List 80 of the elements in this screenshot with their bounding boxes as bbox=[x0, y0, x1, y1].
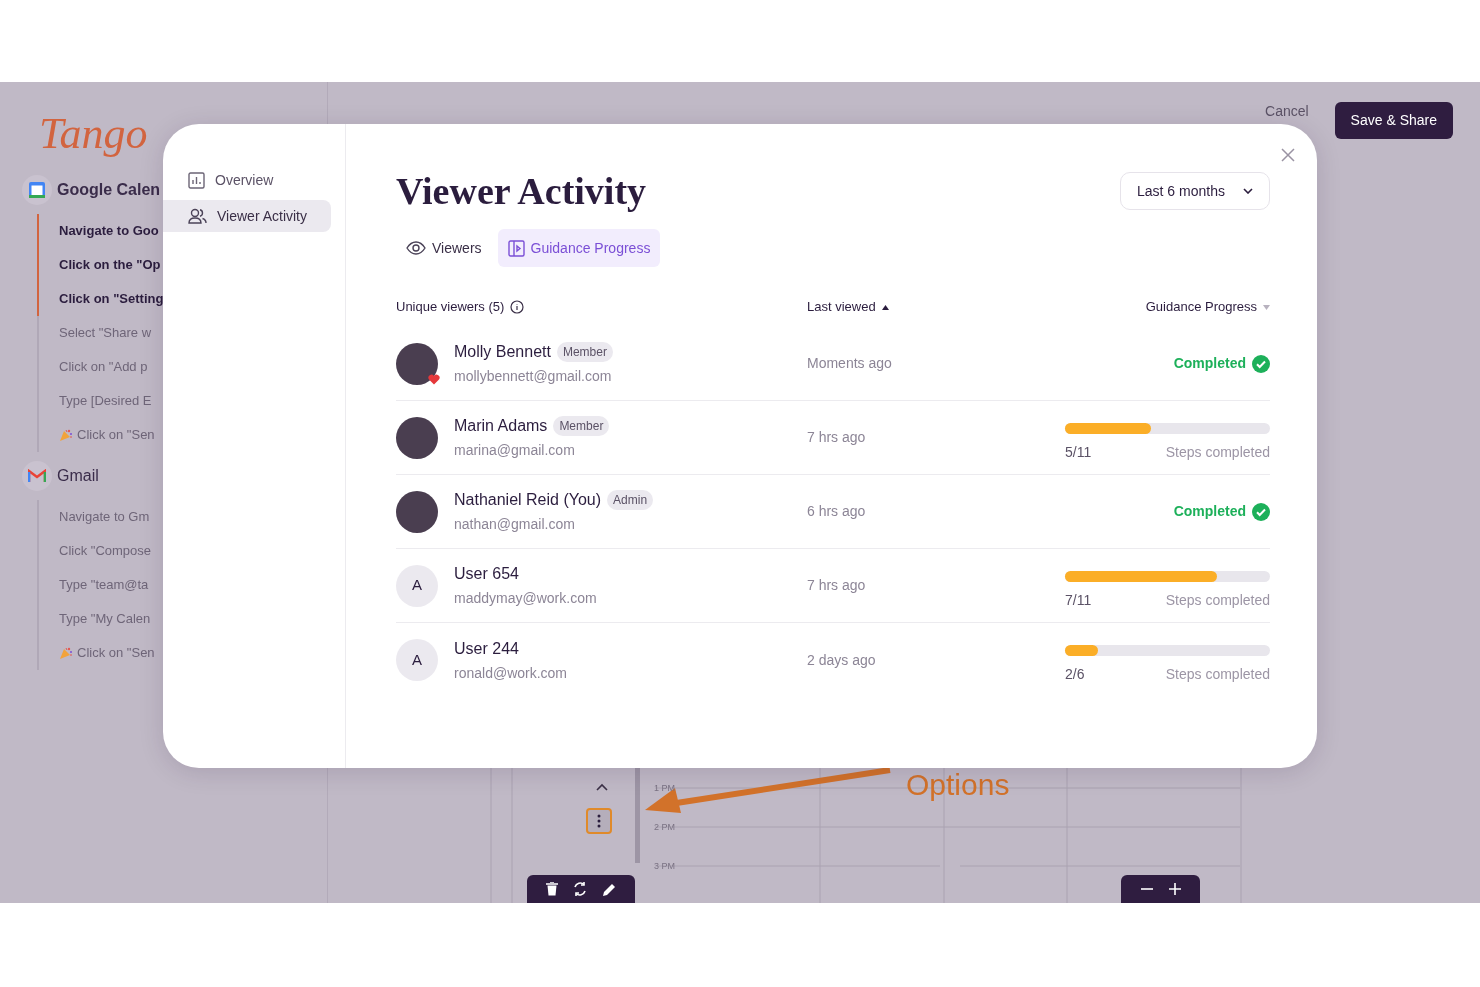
step-item[interactable]: Click on the "Op bbox=[37, 248, 161, 282]
rotate-icon[interactable] bbox=[571, 881, 588, 897]
step-item[interactable]: Click on "Sen bbox=[37, 418, 155, 452]
status-text: Steps completed bbox=[1165, 590, 1270, 610]
range-dropdown[interactable]: Last 6 months bbox=[1120, 172, 1270, 210]
column-header: Unique viewers (5) bbox=[396, 298, 505, 317]
sort-down-icon bbox=[1263, 304, 1270, 310]
group-title: Gmail bbox=[57, 466, 99, 486]
step-item[interactable]: Click "Compose bbox=[37, 534, 152, 568]
status-text: Steps completed bbox=[1165, 665, 1270, 684]
viewer-name: Marin Adams bbox=[454, 416, 548, 436]
dialog-title: Viewer Activity bbox=[396, 169, 647, 213]
minus-icon[interactable] bbox=[1140, 888, 1153, 890]
cancel-button[interactable]: Cancel bbox=[1265, 102, 1309, 120]
save-share-button[interactable]: Save & Share bbox=[1334, 102, 1453, 139]
panel-icon bbox=[507, 239, 525, 257]
viewer-email: marina@gmail.com bbox=[454, 441, 576, 460]
check-circle-icon bbox=[1252, 502, 1270, 521]
step-item[interactable]: Click on "Add p bbox=[37, 350, 148, 384]
viewer-name: User 244 bbox=[454, 638, 519, 659]
step-item[interactable]: Navigate to Goo bbox=[37, 214, 159, 248]
chevron-down-icon bbox=[1243, 188, 1253, 194]
viewer-email: ronald@work.com bbox=[454, 663, 568, 683]
status-text: Completed bbox=[1173, 354, 1246, 373]
nav-item[interactable]: Viewer Activity bbox=[163, 200, 331, 232]
last-viewed: Moments ago bbox=[807, 354, 893, 373]
party-popper-icon bbox=[59, 646, 73, 660]
time-label: 3 PM bbox=[654, 860, 675, 873]
avatar-photo bbox=[396, 342, 438, 385]
column-header[interactable]: Last viewed bbox=[807, 297, 876, 317]
plus-icon[interactable] bbox=[1168, 883, 1181, 895]
time-label: 1 PM bbox=[654, 782, 675, 795]
step-item[interactable]: Type "team@ta bbox=[37, 568, 149, 602]
last-viewed: 7 hrs ago bbox=[807, 576, 867, 595]
tab[interactable]: Guidance Progress bbox=[497, 229, 661, 267]
tab[interactable]: Viewers bbox=[396, 229, 492, 267]
role-badge: Member bbox=[553, 416, 610, 436]
step-count: 5/11 bbox=[1065, 442, 1092, 462]
column-header[interactable]: Guidance Progress bbox=[1145, 297, 1257, 317]
last-viewed: 6 hrs ago bbox=[807, 502, 867, 521]
mail-icon bbox=[28, 469, 46, 483]
time-label: 2 PM bbox=[654, 821, 675, 834]
status-text: Completed bbox=[1173, 502, 1246, 521]
chevron-up-icon bbox=[596, 783, 608, 791]
kebab-icon bbox=[597, 814, 601, 828]
annotation-text: Options bbox=[906, 768, 1010, 802]
step-item[interactable]: Click on "Sen bbox=[37, 636, 155, 670]
avatar-initial: A bbox=[396, 564, 438, 607]
step-item[interactable]: Type "My Calen bbox=[37, 602, 151, 636]
role-badge: Member bbox=[556, 342, 613, 362]
trash-icon[interactable] bbox=[545, 882, 558, 896]
sort-up-icon bbox=[881, 304, 889, 310]
users-icon bbox=[188, 208, 207, 224]
avatar-initial: A bbox=[396, 639, 438, 681]
tango-logo: Tango bbox=[39, 108, 148, 160]
step-item[interactable]: Type [Desired E bbox=[37, 384, 152, 418]
step-item[interactable]: Select "Share w bbox=[37, 316, 152, 350]
step-item[interactable]: Navigate to Gm bbox=[37, 500, 150, 534]
step-count: 7/11 bbox=[1065, 590, 1092, 610]
close-icon[interactable] bbox=[1281, 148, 1295, 162]
viewer-email: nathan@gmail.com bbox=[454, 515, 576, 534]
step-count: 2/6 bbox=[1065, 665, 1085, 684]
viewer-name: User 654 bbox=[454, 564, 519, 584]
viewer-email: maddymay@work.com bbox=[454, 589, 597, 608]
viewer-email: mollybennett@gmail.com bbox=[454, 367, 613, 386]
status-text: Steps completed bbox=[1165, 442, 1270, 462]
last-viewed: 7 hrs ago bbox=[807, 428, 867, 447]
info-icon bbox=[510, 300, 525, 314]
viewer-name: Nathaniel Reid (You) bbox=[454, 490, 602, 510]
calendar-icon bbox=[28, 181, 46, 199]
nav-item[interactable]: Overview bbox=[163, 164, 331, 196]
viewer-name: Molly Bennett bbox=[454, 342, 551, 362]
chart-icon bbox=[188, 171, 205, 189]
check-circle-icon bbox=[1252, 354, 1270, 373]
role-badge: Admin bbox=[607, 490, 654, 510]
last-viewed: 2 days ago bbox=[807, 650, 877, 670]
eye-icon bbox=[406, 241, 426, 255]
group-title: Google Calen bbox=[57, 180, 161, 200]
pencil-icon[interactable] bbox=[601, 881, 617, 897]
party-popper-icon bbox=[59, 428, 73, 442]
